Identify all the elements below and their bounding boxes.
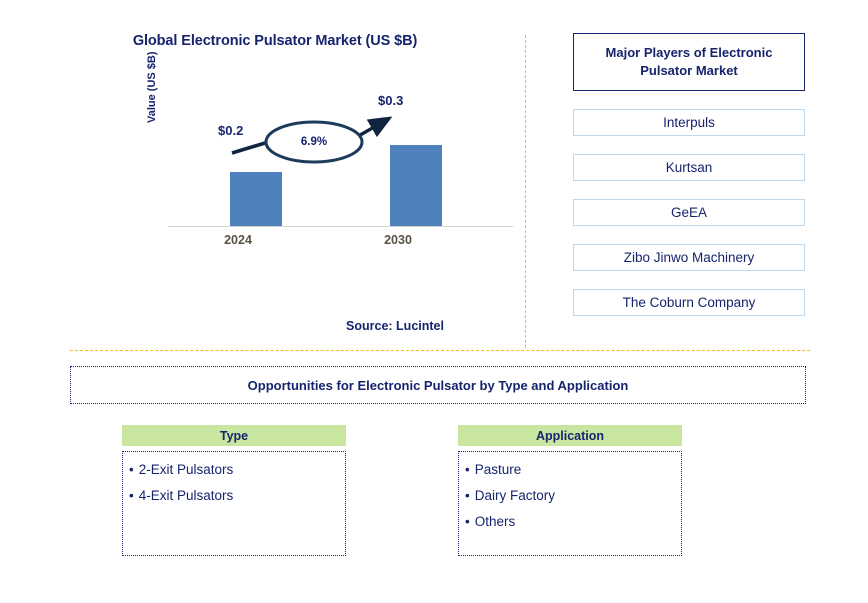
player-item-zibo-jinwo-machinery[interactable]: Zibo Jinwo Machinery: [573, 244, 805, 271]
column-body-application: • Pasture • Dairy Factory • Others: [458, 451, 682, 556]
player-item-the-coburn-company[interactable]: The Coburn Company: [573, 289, 805, 316]
list-item-label: Dairy Factory: [474, 487, 555, 503]
major-players-header: Major Players of Electronic Pulsator Mar…: [573, 33, 805, 91]
list-item-label: 4-Exit Pulsators: [138, 487, 234, 503]
player-item-interpuls[interactable]: Interpuls: [573, 109, 805, 136]
list-item-label: 2-Exit Pulsators: [138, 462, 234, 477]
list-item-label: Others: [474, 513, 516, 529]
list-item-label: Pasture: [474, 462, 522, 477]
x-tick-2030: 2030: [384, 233, 412, 247]
column-body-type: • 2-Exit Pulsators • 4-Exit Pulsators: [122, 451, 346, 556]
player-item-kurtsan[interactable]: Kurtsan: [573, 154, 805, 181]
opportunities-banner: Opportunities for Electronic Pulsator by…: [70, 366, 806, 404]
bullet-icon: •: [465, 462, 470, 477]
player-item-geea[interactable]: GeEA: [573, 199, 805, 226]
y-axis-label: Value (US $B): [146, 51, 158, 123]
bullet-icon: •: [129, 462, 134, 477]
player-label: Interpuls: [663, 115, 715, 130]
cagr-value-label: 6.9%: [300, 136, 328, 148]
list-item: • Pasture: [465, 462, 675, 479]
column-type: Type • 2-Exit Pulsators • 4-Exit Pulsators: [122, 425, 346, 556]
player-label: The Coburn Company: [622, 295, 756, 310]
list-item: • 2-Exit Pulsators: [129, 462, 339, 479]
bar-2024: [230, 172, 282, 227]
bar-value-2030: $0.3: [378, 93, 404, 108]
player-label: Kurtsan: [665, 160, 713, 175]
bullet-icon: •: [465, 487, 470, 503]
column-header-type: Type: [122, 425, 346, 446]
chart-title: Global Electronic Pulsator Market (US $B…: [132, 33, 418, 49]
x-axis-line: [168, 226, 513, 227]
column-header-application: Application: [458, 425, 682, 446]
player-label: GeEA: [670, 205, 708, 220]
column-application: Application • Pasture • Dairy Factory • Oth…: [458, 425, 682, 556]
horizontal-divider: [70, 350, 810, 351]
bullet-icon: •: [129, 487, 134, 503]
bar-chart: Value (US $B) $0.2 $0.3 2024 2030 6.9%: [146, 51, 525, 255]
source-note: Source: Lucintel: [346, 319, 444, 333]
bar-value-2024: $0.2: [218, 123, 244, 138]
major-players-panel: Major Players of Electronic Pulsator Mar…: [573, 33, 805, 316]
vertical-divider: [525, 35, 526, 348]
x-tick-2024: 2024: [224, 233, 252, 247]
list-item: • Dairy Factory: [465, 488, 675, 505]
infographic-canvas: Global Electronic Pulsator Market (US $B…: [0, 0, 868, 603]
list-item: • 4-Exit Pulsators: [129, 488, 339, 505]
list-item: • Others: [465, 514, 675, 531]
player-label: Zibo Jinwo Machinery: [623, 250, 755, 265]
bullet-icon: •: [465, 513, 470, 529]
bar-2030: [390, 145, 442, 227]
